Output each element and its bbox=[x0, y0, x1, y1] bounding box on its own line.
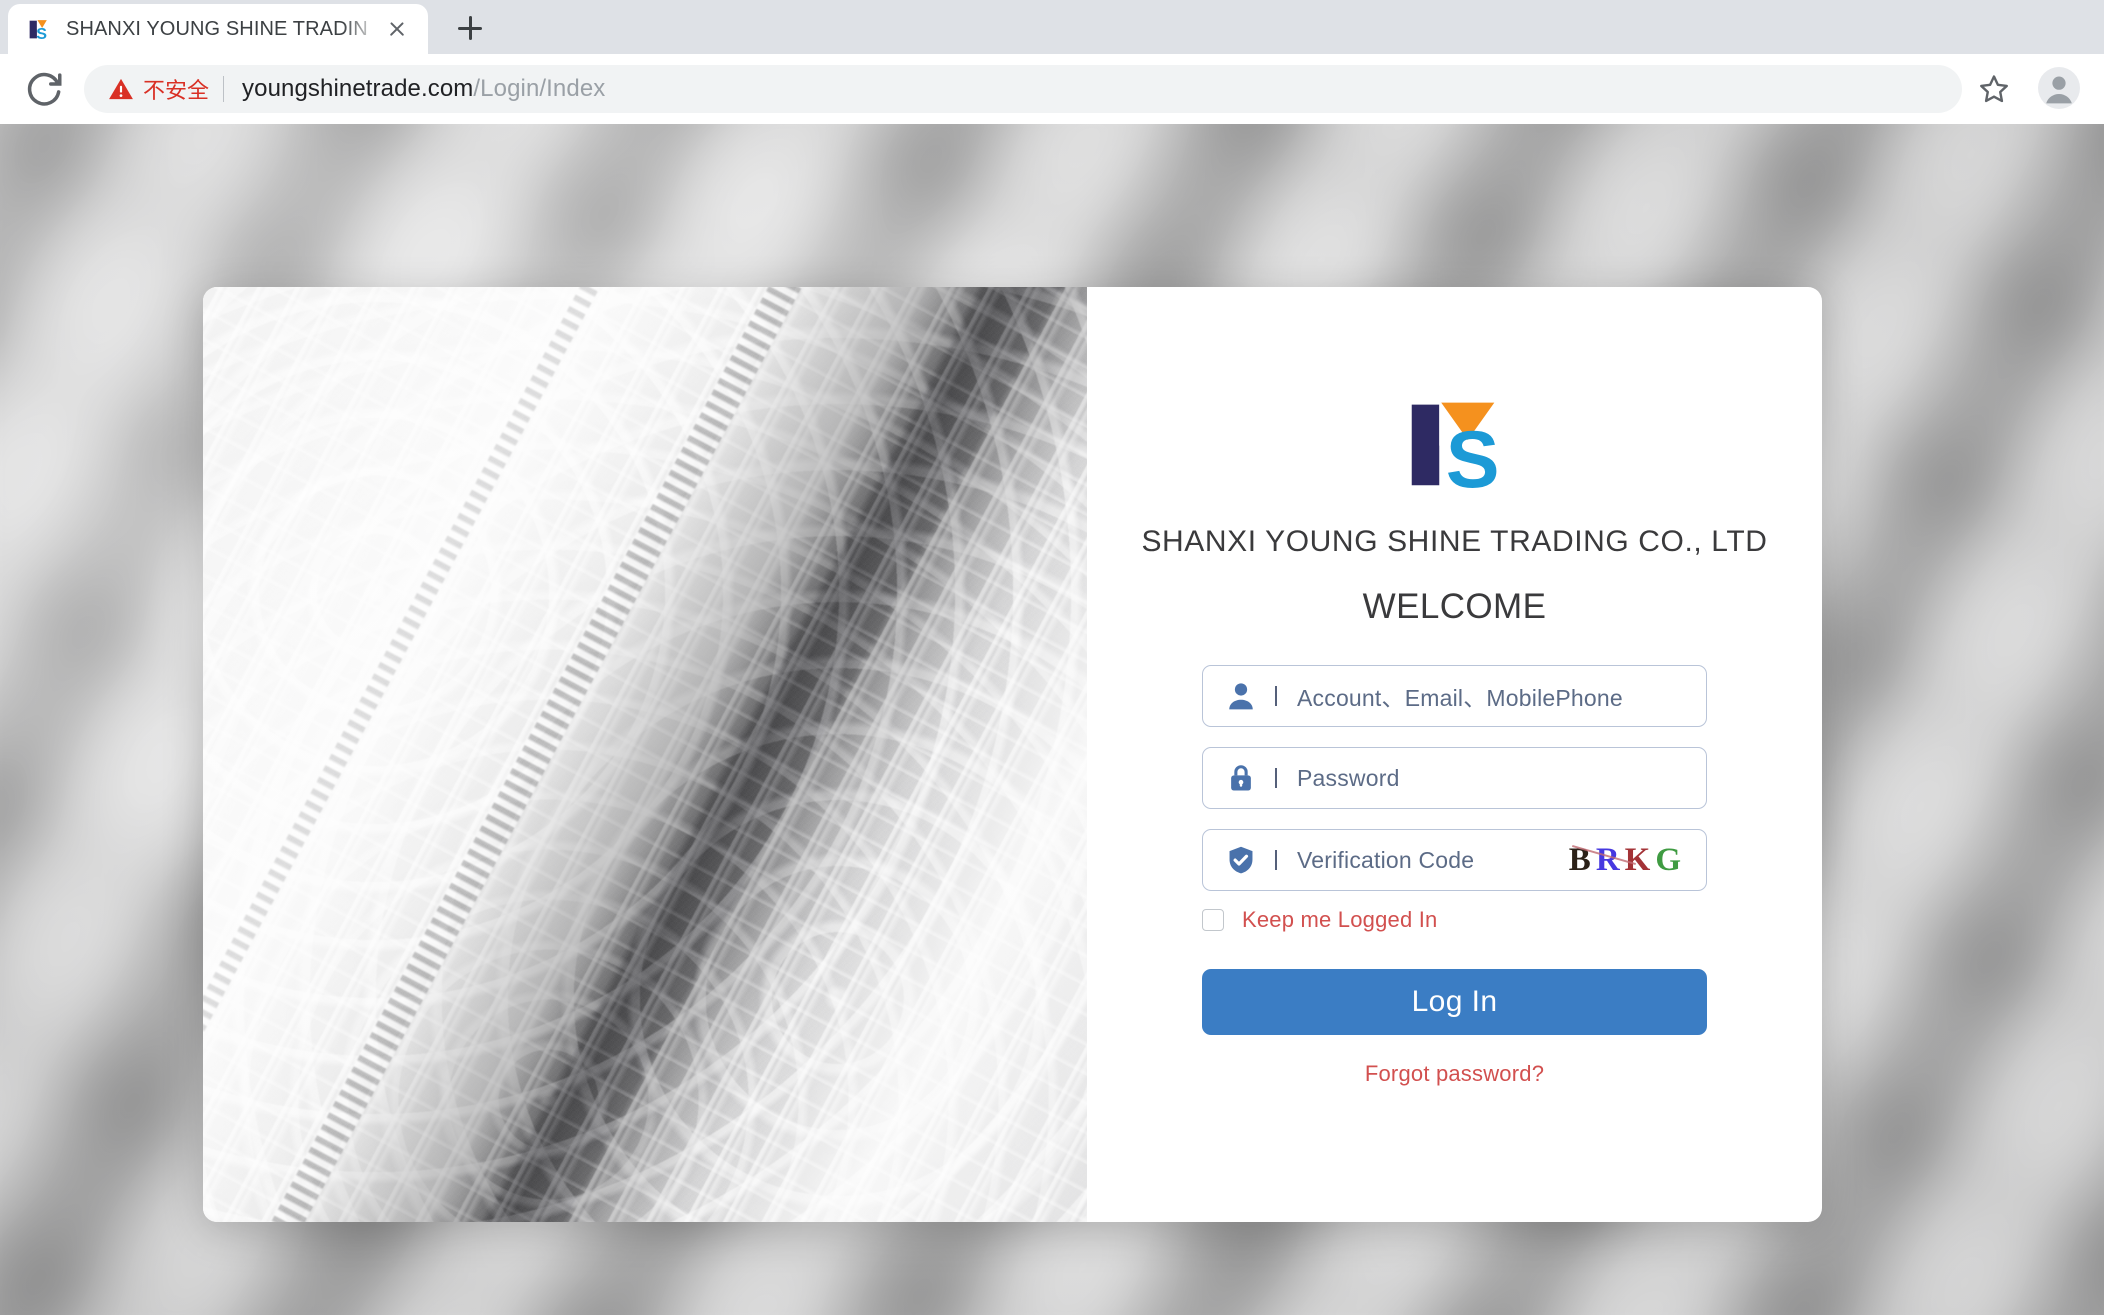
svg-text:S: S bbox=[1445, 415, 1499, 501]
forgot-password-link[interactable]: Forgot password? bbox=[1365, 1061, 1544, 1087]
company-name: SHANXI YOUNG SHINE TRADING CO., LTD bbox=[1141, 525, 1768, 558]
address-bar[interactable]: 不安全 youngshinetrade.com/Login/Index bbox=[84, 65, 1962, 113]
tab-strip: S SHANXI YOUNG SHINE TRADIN bbox=[0, 0, 2104, 54]
photo-shading bbox=[203, 287, 1087, 1222]
welcome-heading: WELCOME bbox=[1362, 587, 1547, 626]
browser-window: S SHANXI YOUNG SHINE TRADIN 不安全 youngshi… bbox=[0, 0, 2104, 1315]
omnibox-divider bbox=[223, 76, 225, 102]
login-button[interactable]: Log In bbox=[1202, 969, 1707, 1035]
bookmark-star-icon[interactable] bbox=[1972, 67, 2016, 111]
page-viewport: S SHANXI YOUNG SHINE TRADING CO., LTD WE… bbox=[0, 124, 2104, 1315]
young-shine-logo: S bbox=[1396, 383, 1514, 505]
lock-icon bbox=[1225, 762, 1257, 794]
captcha-image[interactable]: BRKG bbox=[1559, 842, 1686, 879]
young-shine-logo-favicon: S bbox=[26, 16, 52, 43]
new-tab-button[interactable] bbox=[446, 4, 494, 52]
field-divider bbox=[1275, 850, 1277, 870]
account-placeholder: Account、Email、MobilePhone bbox=[1297, 685, 1623, 711]
login-card: S SHANXI YOUNG SHINE TRADING CO., LTD WE… bbox=[203, 287, 1822, 1222]
login-form: S SHANXI YOUNG SHINE TRADING CO., LTD WE… bbox=[1087, 287, 1822, 1222]
close-icon[interactable] bbox=[380, 12, 414, 46]
security-warning-text: 不安全 bbox=[143, 78, 210, 103]
field-divider bbox=[1275, 686, 1277, 706]
verification-code-field[interactable]: Verification Code BRKG bbox=[1202, 829, 1707, 891]
warning-triangle-icon bbox=[108, 76, 134, 102]
shield-check-icon bbox=[1225, 844, 1257, 876]
browser-toolbar: 不安全 youngshinetrade.com/Login/Index bbox=[0, 54, 2104, 124]
keep-logged-in-checkbox[interactable] bbox=[1202, 909, 1224, 931]
reload-icon[interactable] bbox=[22, 67, 66, 111]
keep-logged-in-row: Keep me Logged In bbox=[1202, 907, 1707, 933]
captcha-char-4: G bbox=[1655, 841, 1686, 878]
url-text: youngshinetrade.com/Login/Index bbox=[242, 75, 605, 103]
tab-title: SHANXI YOUNG SHINE TRADIN bbox=[66, 17, 368, 40]
svg-text:S: S bbox=[36, 25, 47, 42]
user-icon bbox=[1225, 680, 1257, 712]
password-placeholder: Password bbox=[1297, 764, 1400, 791]
embossed-wallpaper-photo bbox=[203, 287, 1087, 1222]
profile-avatar-icon[interactable] bbox=[2038, 67, 2082, 111]
account-field[interactable]: Account、Email、MobilePhone bbox=[1202, 665, 1707, 727]
captcha-char-3: K bbox=[1624, 841, 1656, 878]
keep-logged-in-label[interactable]: Keep me Logged In bbox=[1242, 907, 1437, 933]
password-field[interactable]: Password bbox=[1202, 747, 1707, 809]
url-host: youngshinetrade.com bbox=[242, 75, 474, 102]
field-divider bbox=[1275, 768, 1277, 788]
browser-tab[interactable]: S SHANXI YOUNG SHINE TRADIN bbox=[8, 4, 428, 54]
verification-code-placeholder: Verification Code bbox=[1297, 846, 1475, 873]
url-path: /Login/Index bbox=[473, 75, 606, 102]
